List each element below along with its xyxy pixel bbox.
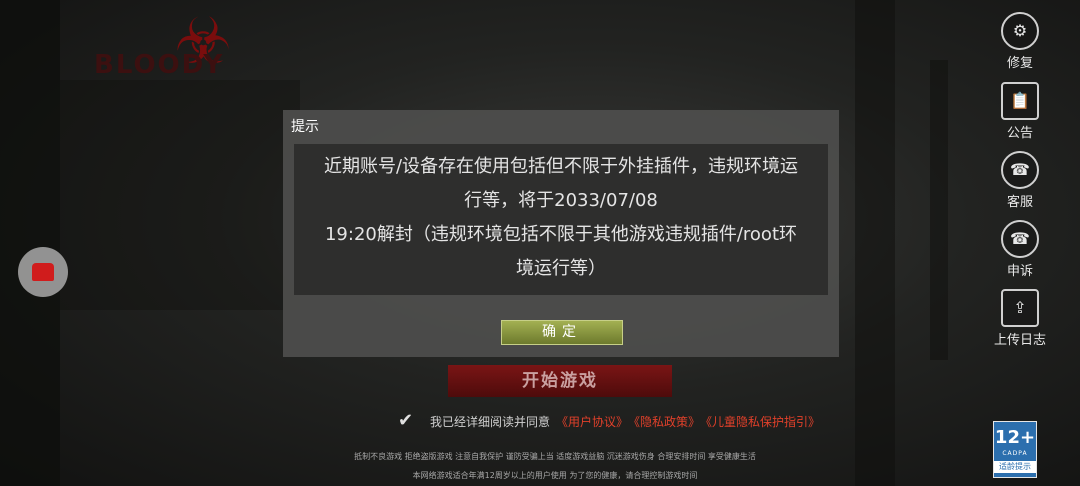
floating-assist-button[interactable]	[18, 247, 68, 297]
upload-icon: ⇪	[1001, 289, 1039, 327]
age-rating-org: CADPA	[1002, 450, 1028, 457]
upload-log-label: 上传日志	[993, 333, 1046, 348]
notice-icon: 📋	[1001, 82, 1039, 120]
dialog-line: 行等，将于2033/07/08	[464, 190, 658, 211]
ban-notice-dialog: 提示 近期账号/设备存在使用包括但不限于外挂插件，违规环境运 行等，将于2033…	[283, 110, 839, 357]
dialog-line: 近期账号/设备存在使用包括但不限于外挂插件，违规环境运	[323, 156, 799, 177]
appeal-headset-icon: ☎	[1001, 220, 1039, 258]
dialog-line: 19:20解封（违规环境包括不限于其他游戏违规插件/root环	[324, 224, 798, 245]
user-agreement-link[interactable]: 《用户协议》	[556, 413, 628, 430]
confirm-button[interactable]: 确定	[501, 320, 623, 345]
customer-service-button[interactable]: ☎ 客服	[980, 151, 1060, 210]
logo-text: BLOODY	[94, 50, 225, 80]
child-privacy-link[interactable]: 《儿童隐私保护指引》	[700, 413, 820, 430]
start-game-button[interactable]: 开始游戏	[448, 365, 672, 397]
assist-icon	[32, 263, 54, 281]
upload-log-button[interactable]: ⇪ 上传日志	[980, 289, 1060, 348]
privacy-policy-link[interactable]: 《隐私政策》	[628, 413, 700, 430]
appeal-label: 申诉	[1006, 264, 1033, 279]
customer-service-label: 客服	[1006, 195, 1033, 210]
age-rating-badge[interactable]: 12+ CADPA 适龄提示	[993, 421, 1037, 478]
game-logo: ☣ BLOODY	[90, 2, 250, 92]
agree-checkbox[interactable]: ✔	[398, 411, 418, 431]
age-rating-number: 12+	[994, 427, 1036, 448]
headset-icon: ☎	[1001, 151, 1039, 189]
dialog-title: 提示	[291, 119, 319, 135]
agreement-row: ✔ 我已经详细阅读并同意 《用户协议》 《隐私政策》 《儿童隐私保护指引》	[398, 408, 820, 434]
dialog-line: 境运行等）	[516, 258, 606, 279]
dialog-message: 近期账号/设备存在使用包括但不限于外挂插件，违规环境运 行等，将于2033/07…	[294, 144, 828, 295]
age-rating-label: 适龄提示	[994, 461, 1036, 473]
notice-button[interactable]: 📋 公告	[980, 82, 1060, 141]
health-notice: 抵制不良游戏 拒绝盗版游戏 注意自我保护 谨防受骗上当 适度游戏益脑 沉迷游戏伤…	[354, 452, 756, 461]
age-notice: 本网络游戏适合年满12周岁以上的用户使用 为了您的健康，请合理控制游戏时间	[412, 471, 698, 480]
repair-button[interactable]: ⚙ 修复	[980, 12, 1060, 71]
notice-label: 公告	[1006, 126, 1033, 141]
agreement-text: 我已经详细阅读并同意	[430, 414, 551, 429]
appeal-button[interactable]: ☎ 申诉	[980, 220, 1060, 279]
gear-icon: ⚙	[1001, 12, 1039, 50]
repair-label: 修复	[1006, 56, 1033, 71]
